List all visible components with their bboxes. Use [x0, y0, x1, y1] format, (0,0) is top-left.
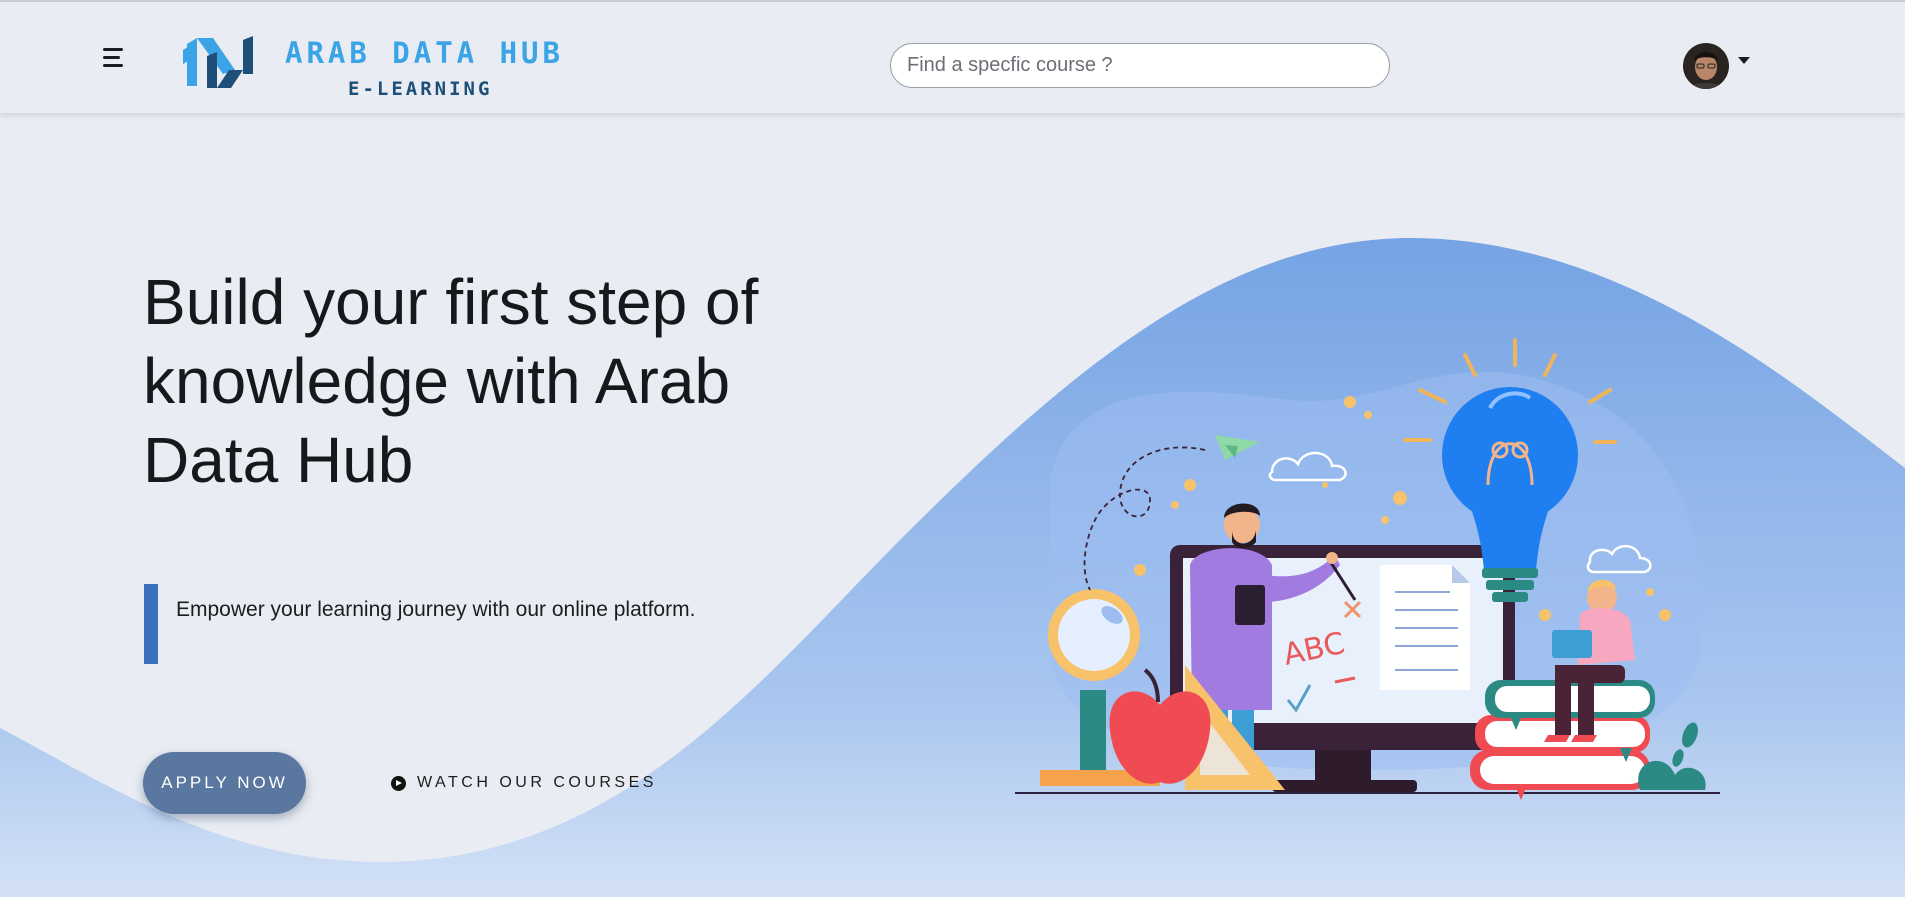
- hero-tagline: Empower your learning journey with our o…: [176, 598, 696, 621]
- brand-subtitle: E-LEARNING: [348, 78, 493, 100]
- user-avatar[interactable]: [1683, 43, 1729, 89]
- hamburger-menu-icon[interactable]: [103, 48, 127, 68]
- watch-courses-label: WATCH OUR COURSES: [417, 774, 657, 791]
- hero-illustration: ABC: [1015, 338, 1720, 800]
- account-dropdown-caret-icon[interactable]: [1738, 57, 1750, 64]
- course-search-input[interactable]: [890, 43, 1390, 88]
- logo-mark-icon: [183, 36, 253, 88]
- hero-title: Build your first step of knowledge with …: [143, 266, 759, 496]
- top-navbar: ARAB DATA HUB E-LEARNING: [0, 0, 1905, 113]
- document-icon: [1380, 565, 1470, 690]
- apply-now-button[interactable]: APPLY NOW: [143, 752, 306, 814]
- avatar-image: [1683, 43, 1729, 89]
- brand-title: ARAB DATA HUB: [285, 36, 564, 70]
- tagline-accent-bar: [144, 584, 158, 664]
- play-icon: [391, 775, 406, 791]
- watch-courses-link[interactable]: WATCH OUR COURSES: [391, 772, 657, 794]
- brand-logo[interactable]: ARAB DATA HUB E-LEARNING: [183, 30, 583, 100]
